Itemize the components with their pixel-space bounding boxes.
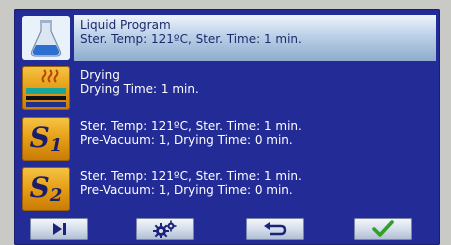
program-text-s1: Ster. Temp: 121ºC, Ster. Time: 1 min. Pr… bbox=[74, 116, 436, 162]
program-row-s1[interactable]: S1 Ster. Temp: 121ºC, Ster. Time: 1 min.… bbox=[18, 116, 436, 162]
program-detail-line2: Pre-Vacuum: 1, Drying Time: 0 min. bbox=[80, 183, 293, 197]
program-text-drying: Drying Drying Time: 1 min. bbox=[74, 65, 436, 111]
s1-icon-number: 1 bbox=[49, 135, 63, 156]
program-detail: Ster. Temp: 121ºC, Ster. Time: 1 min. bbox=[80, 32, 302, 46]
s1-icon-letter: S bbox=[29, 121, 50, 154]
program-title: Drying bbox=[80, 68, 120, 82]
skip-next-icon bbox=[53, 223, 66, 235]
program-text-liquid: Liquid Program Ster. Temp: 121ºC, Ster. … bbox=[74, 15, 436, 61]
program-detail-line1: Ster. Temp: 121ºC, Ster. Time: 1 min. bbox=[80, 119, 302, 133]
confirm-button[interactable] bbox=[354, 218, 412, 240]
checkmark-icon bbox=[372, 220, 394, 237]
s2-icon: S2 bbox=[22, 167, 70, 211]
s1-icon: S1 bbox=[22, 117, 70, 161]
program-detail-line1: Ster. Temp: 121ºC, Ster. Time: 1 min. bbox=[80, 169, 302, 183]
s2-icon-number: 2 bbox=[49, 185, 63, 206]
program-text-s2: Ster. Temp: 121ºC, Ster. Time: 1 min. Pr… bbox=[74, 166, 436, 212]
bottom-toolbar bbox=[14, 218, 440, 245]
drying-icon bbox=[22, 66, 70, 110]
program-detail-line2: Pre-Vacuum: 1, Drying Time: 0 min. bbox=[80, 133, 293, 147]
settings-button[interactable] bbox=[136, 218, 194, 240]
program-row-s2[interactable]: S2 Ster. Temp: 121ºC, Ster. Time: 1 min.… bbox=[18, 166, 436, 212]
program-detail: Drying Time: 1 min. bbox=[80, 82, 199, 96]
liquid-flask-icon bbox=[22, 16, 70, 60]
program-row-drying[interactable]: Drying Drying Time: 1 min. bbox=[18, 65, 436, 111]
return-icon bbox=[264, 222, 287, 236]
next-button[interactable] bbox=[30, 218, 88, 240]
program-row-liquid[interactable]: Liquid Program Ster. Temp: 121ºC, Ster. … bbox=[18, 15, 436, 61]
program-screen: Liquid Program Ster. Temp: 121ºC, Ster. … bbox=[14, 9, 440, 245]
s2-icon-letter: S bbox=[29, 171, 50, 204]
program-title: Liquid Program bbox=[80, 18, 171, 32]
settings-gears-icon bbox=[153, 220, 177, 238]
return-button[interactable] bbox=[246, 218, 304, 240]
